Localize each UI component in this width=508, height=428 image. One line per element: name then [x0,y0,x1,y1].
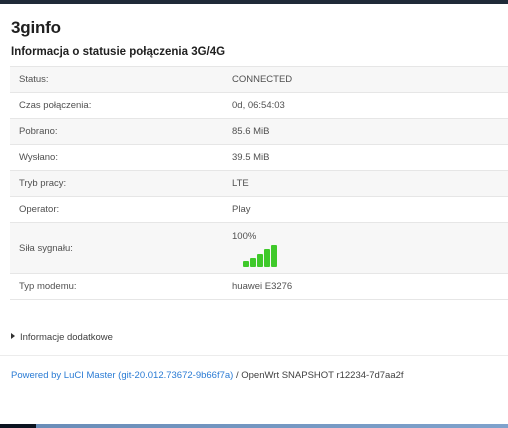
table-row-downloaded: Pobrano: 85.6 MiB [10,118,508,145]
signal-bars-icon [243,244,508,267]
signal-indicator: 100% [232,231,508,267]
table-row-connection-time: Czas połączenia: 0d, 06:54:03 [10,92,508,119]
signal-bar [250,257,256,267]
top-header-bar [0,0,508,4]
row-label: Operator: [19,204,60,215]
table-row-uploaded: Wysłano: 39.5 MiB [10,144,508,171]
signal-bar [243,260,249,267]
status-table: Status: CONNECTED Czas połączenia: 0d, 0… [10,66,508,300]
row-value: 0d, 06:54:03 [232,100,285,111]
row-label: Siła sygnału: [19,242,73,254]
openwrt-version-text: / OpenWrt SNAPSHOT r12234-7d7aa2f [233,370,404,381]
page-title: 3ginfo [11,18,61,37]
row-label: Wysłano: [19,152,58,163]
row-value: 39.5 MiB [232,152,270,163]
footer-divider [0,355,508,356]
details-toggle[interactable]: Informacje dodatkowe [11,332,113,343]
bottom-taskbar [0,424,508,428]
row-label: Czas połączenia: [19,100,92,111]
row-value: huawei E3276 [232,281,293,292]
table-row-mode: Tryb pracy: LTE [10,170,508,197]
row-value: CONNECTED [232,74,293,85]
luci-version-link[interactable]: Powered by LuCI Master (git-20.012.73672… [11,370,233,381]
details-label: Informacje dodatkowe [20,332,113,343]
row-label: Tryb pracy: [19,178,67,189]
row-value-signal: 100% [232,223,508,274]
row-label: Typ modemu: [19,281,77,292]
row-value: 85.6 MiB [232,126,270,137]
row-value: LTE [232,178,249,189]
signal-bar [264,248,270,267]
row-label: Pobrano: [19,126,58,137]
signal-bar [257,253,263,267]
signal-percent: 100% [232,230,257,242]
section-title: Informacja o statusie połączenia 3G/4G [11,46,226,58]
disclosure-triangle-icon [11,333,15,339]
table-row-status: Status: CONNECTED [10,66,508,93]
table-row-modem-type: Typ modemu: huawei E3276 [10,273,508,300]
table-row-operator: Operator: Play [10,196,508,223]
footer: Powered by LuCI Master (git-20.012.73672… [11,370,404,381]
row-label: Status: [19,74,49,85]
table-row-signal: Siła sygnału: 100% [10,222,508,274]
signal-bar [271,244,277,267]
row-value: Play [232,204,251,215]
